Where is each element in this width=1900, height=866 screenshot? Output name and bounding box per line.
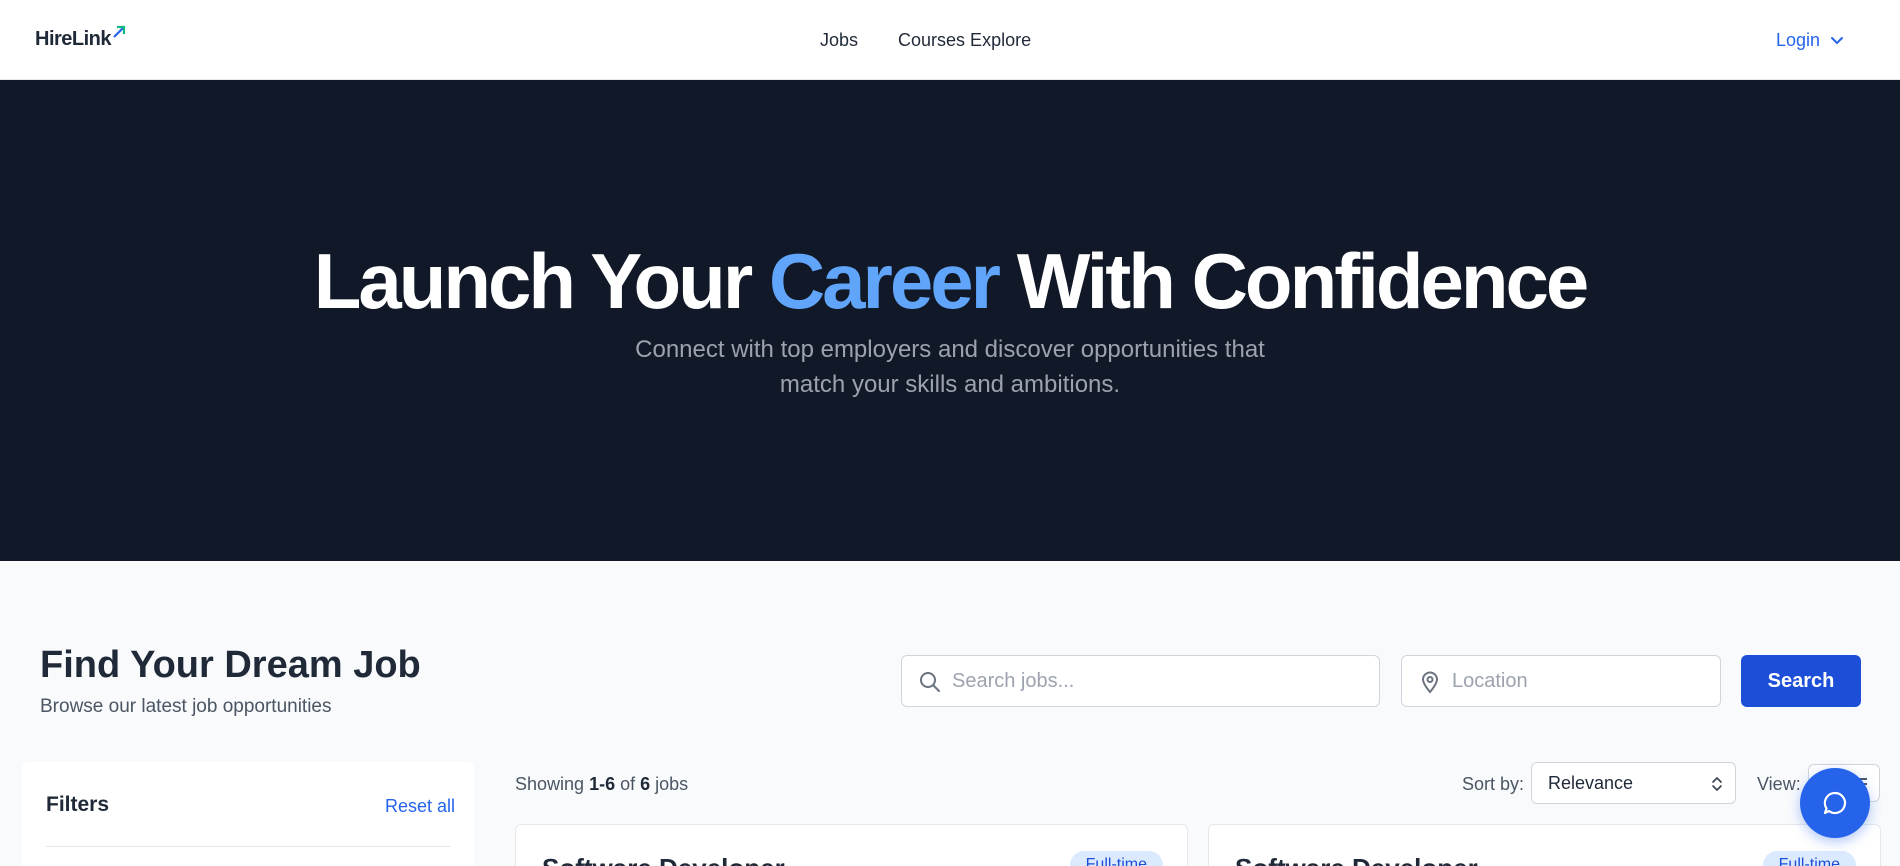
location-field [1401,655,1721,707]
job-card[interactable]: Software Developer Full-time [515,824,1188,866]
search-input[interactable] [902,656,1379,706]
login-button[interactable]: Login [1776,28,1844,52]
job-card[interactable]: Software Developer Full-time [1208,824,1881,866]
showing-prefix: Showing [515,774,590,794]
reset-all-link[interactable]: Reset all [385,795,455,817]
search-icon [920,672,940,692]
view-label: View: [1757,774,1801,794]
nav-courses-explore[interactable]: Courses Explore [898,28,1031,52]
job-title: Software Developer [1235,853,1478,866]
showing-suffix: jobs [650,774,689,794]
page-subtitle: Browse our latest job opportunities [40,696,332,717]
chevron-up-down-icon [1712,776,1722,792]
showing-of: of [615,774,641,794]
filters-panel: Filters Reset all [22,762,474,866]
showing-total: 6 [640,774,651,794]
logo[interactable]: HireLink [35,24,127,54]
sort-value: Relevance [1548,773,1634,793]
chat-bubble-icon [1823,791,1847,815]
chevron-down-icon [1831,37,1844,45]
filters-divider [46,846,451,847]
main-nav: Jobs Courses Explore [820,28,1031,52]
job-title: Software Developer [542,853,785,866]
arrow-up-right-icon [113,25,126,38]
top-navbar: HireLink Jobs Courses Explore Login [0,0,1900,80]
logo-text: HireLink [35,28,112,50]
search-field [901,655,1380,707]
filters-title: Filters [46,793,110,816]
hero-title-part2: With Confidence [998,237,1590,325]
hero-title-accent: Career [768,237,1001,325]
hero-title: Launch Your Career With Confidence [0,240,1900,322]
sort-select[interactable]: Relevance [1531,762,1736,804]
map-pin-icon [1421,671,1439,694]
hero-section: Launch Your Career With Confidence Conne… [0,80,1900,561]
showing-range: 1-6 [589,774,616,794]
sort-label: Sort by: [1462,774,1525,794]
hero-subtitle: Connect with top employers and discover … [635,336,1265,398]
page-title: Find Your Dream Job [40,644,421,686]
hero-title-part1: Launch Your [313,237,769,325]
chat-button[interactable] [1800,768,1870,838]
login-label: Login [1776,30,1821,50]
nav-jobs[interactable]: Jobs [820,28,858,52]
job-type-badge: Full-time [1069,851,1163,866]
job-type-badge: Full-time [1762,851,1856,866]
search-button[interactable]: Search [1741,655,1861,707]
location-input[interactable] [1402,656,1720,706]
results-count: Showing 1-6 of 6 jobs [515,772,688,796]
